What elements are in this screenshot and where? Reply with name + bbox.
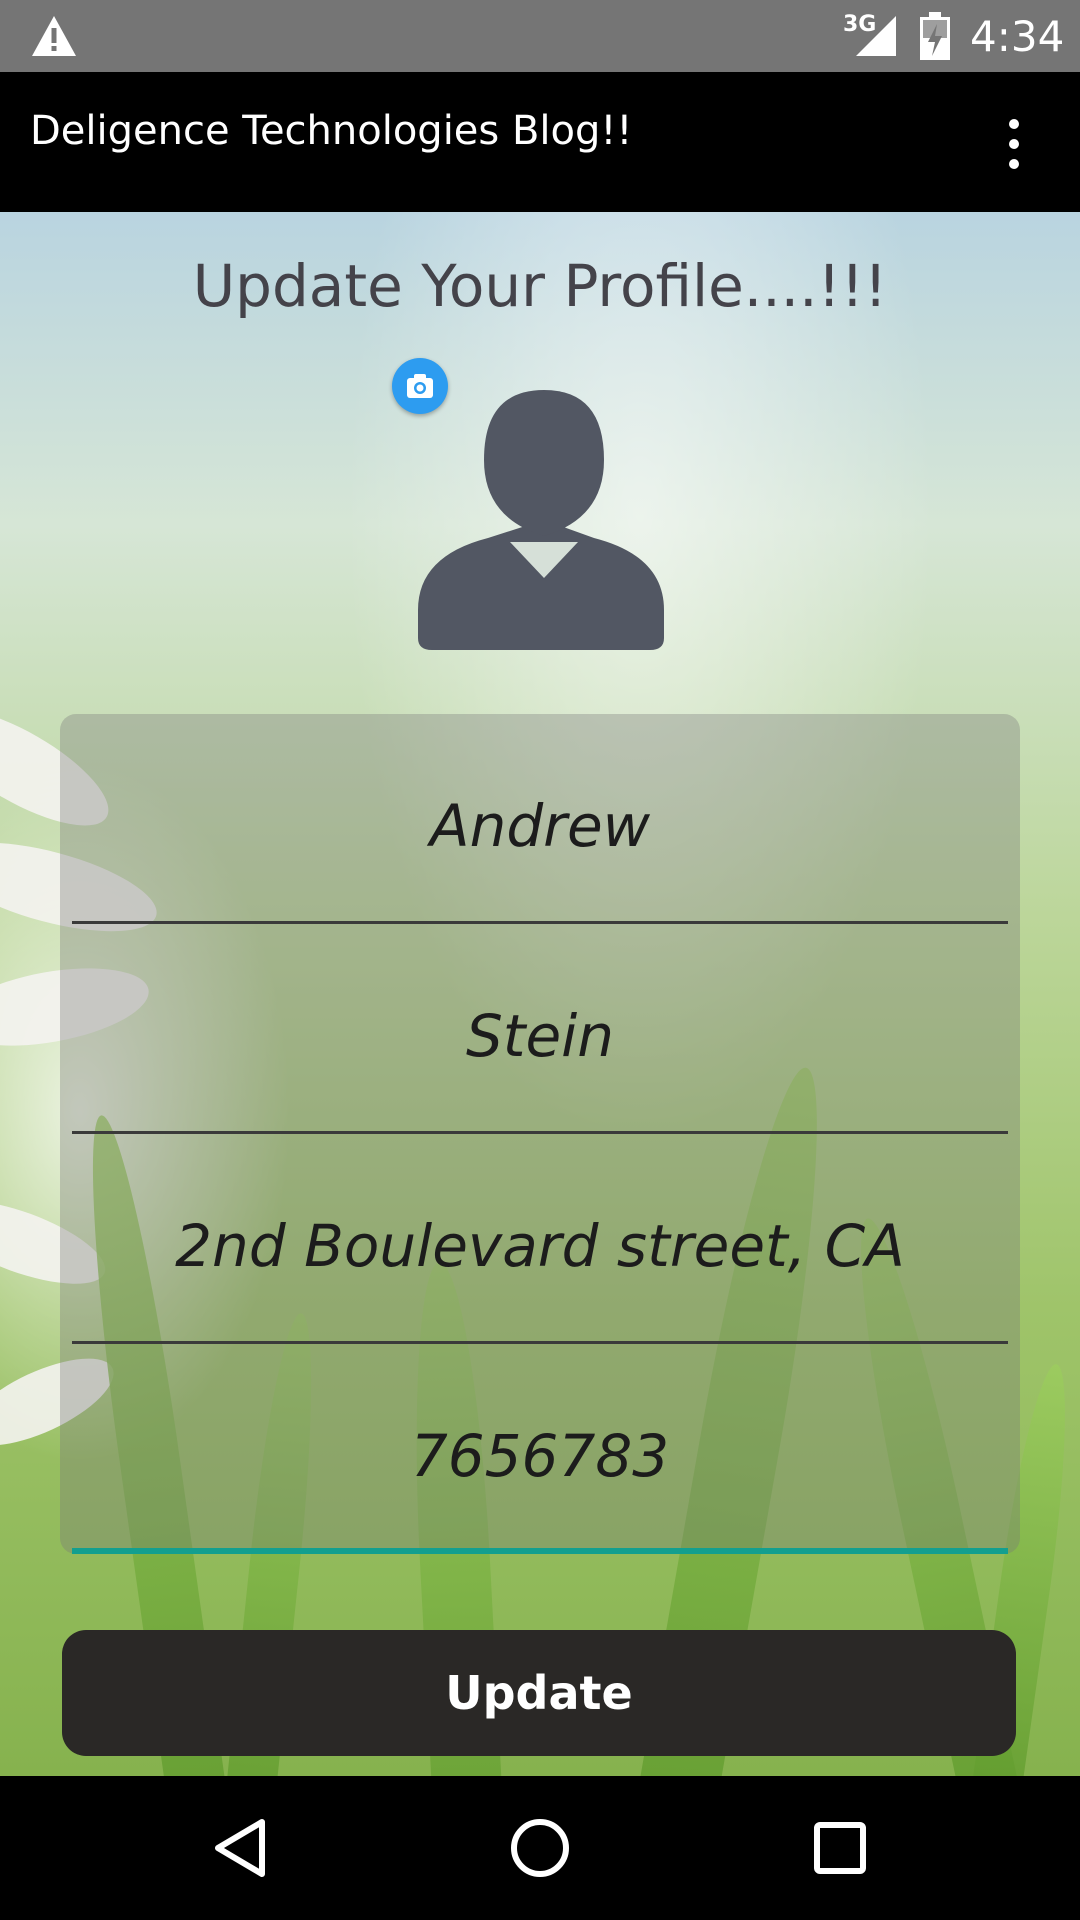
page-title: Update Your Profile....!!! bbox=[192, 252, 888, 320]
last-name-field[interactable]: Stein bbox=[72, 924, 1008, 1134]
app-title: Deligence Technologies Blog!! bbox=[30, 108, 633, 154]
profile-screen: Update Your Profile....!!! Andrew Stein … bbox=[0, 212, 1080, 1776]
change-photo-button[interactable] bbox=[392, 358, 448, 414]
first-name-field[interactable]: Andrew bbox=[72, 714, 1008, 924]
phone-field[interactable]: 7656783 bbox=[72, 1344, 1008, 1554]
clock: 4:34 bbox=[970, 12, 1065, 61]
battery-charging-icon bbox=[920, 12, 950, 60]
update-button[interactable]: Update bbox=[62, 1630, 1016, 1756]
signal-icon bbox=[856, 16, 896, 56]
system-nav-bar bbox=[0, 1776, 1080, 1920]
first-name-value[interactable]: Andrew bbox=[72, 792, 1008, 860]
back-icon[interactable] bbox=[212, 1818, 268, 1878]
status-bar: 3G 4:34 bbox=[0, 0, 1080, 72]
field-underline-focused bbox=[72, 1548, 1008, 1554]
recents-icon[interactable] bbox=[812, 1820, 868, 1876]
camera-icon bbox=[407, 374, 433, 398]
phone-value[interactable]: 7656783 bbox=[72, 1422, 1008, 1490]
warning-icon bbox=[32, 16, 76, 56]
last-name-value[interactable]: Stein bbox=[72, 1002, 1008, 1070]
app-bar: Deligence Technologies Blog!! bbox=[0, 72, 1080, 212]
address-value[interactable]: 2nd Boulevard street, CA bbox=[72, 1212, 1008, 1280]
profile-form: Andrew Stein 2nd Boulevard street, CA 76… bbox=[60, 714, 1020, 1554]
home-icon[interactable] bbox=[508, 1816, 572, 1880]
overflow-menu-icon[interactable] bbox=[996, 116, 1032, 172]
address-field[interactable]: 2nd Boulevard street, CA bbox=[72, 1134, 1008, 1344]
